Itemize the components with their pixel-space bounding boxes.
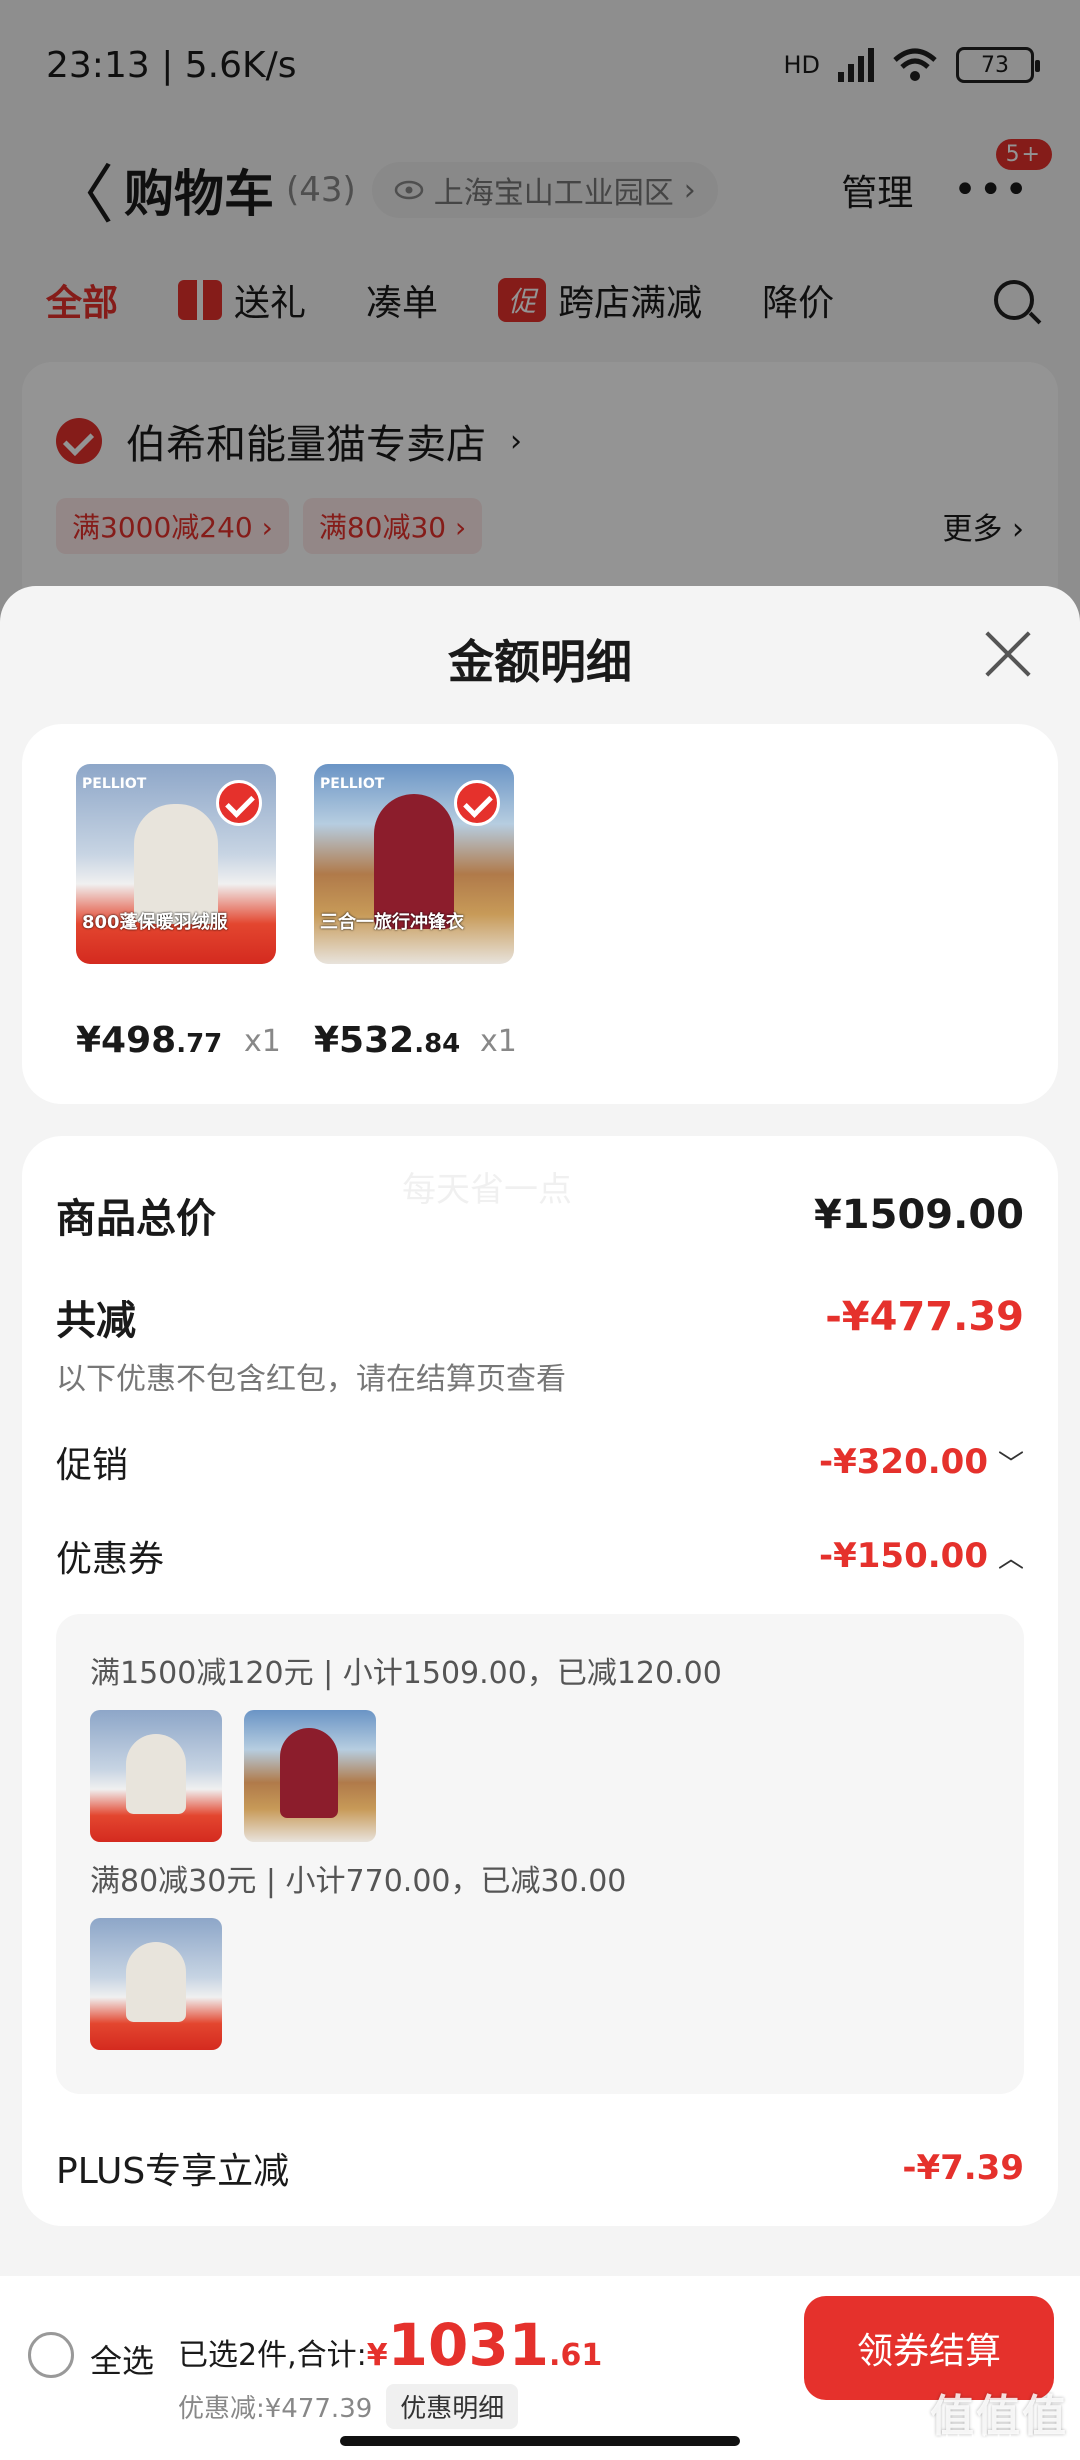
coupon-detail-box: 满1500减120元 | 小计1509.00，已减120.00 满80减30元 … [56, 1614, 1024, 2094]
home-indicator[interactable] [340, 2436, 740, 2446]
product-checkbox[interactable] [454, 780, 500, 826]
coupon-row[interactable]: 优惠券 -¥150.00 ︿ [56, 1530, 1024, 1582]
product-image[interactable]: 三合一旅行冲锋衣 PELLIOT [314, 764, 514, 964]
discount-summary: 优惠减:¥477.39 优惠明细 [178, 2384, 519, 2429]
amount-detail-sheet: 金额明细 800蓬保暖羽绒服 PELLIOT 三合一旅行冲锋衣 PELLIOT … [0, 586, 1080, 2460]
selected-products-card: 800蓬保暖羽绒服 PELLIOT 三合一旅行冲锋衣 PELLIOT ¥498.… [22, 724, 1058, 1104]
sheet-title: 金额明细 [448, 635, 632, 689]
total-amount: 1031 [387, 2311, 550, 2379]
brand-logo: PELLIOT [320, 776, 385, 792]
product-image[interactable]: 800蓬保暖羽绒服 PELLIOT [76, 764, 276, 964]
brand-logo: PELLIOT [82, 776, 147, 792]
coupon-product-thumb [90, 1918, 222, 2050]
plus-discount-row: PLUS专享立减 -¥7.39 [56, 2148, 1024, 2192]
chevron-up-icon: ︿ [997, 1543, 1024, 1574]
coupon-rule: 满1500减120元 | 小计1509.00，已减120.00 [90, 1656, 722, 1691]
discount-detail-button[interactable]: 优惠明细 [386, 2384, 519, 2429]
order-summary: 已选2件,合计: ¥ 1031 .61 [178, 2311, 603, 2379]
product-price: ¥498.77 [76, 1020, 223, 1061]
coupon-product-thumb [90, 1710, 222, 1842]
select-all-checkbox[interactable] [28, 2332, 74, 2378]
reduction-note: 以下优惠不包含红包，请在结算页查看 [56, 1362, 566, 1397]
product-quantity: x1 [244, 1024, 281, 1059]
price-breakdown-card: 每天省一点 商品总价 ¥1509.00 共减 -¥477.39 以下优惠不包含红… [22, 1136, 1058, 2226]
product-quantity: x1 [480, 1024, 517, 1059]
site-watermark-domain: zhizhizhi.com [935, 2432, 1057, 2453]
coupon-product-thumb [244, 1710, 376, 1842]
product-image-caption: 800蓬保暖羽绒服 [82, 912, 228, 933]
coupon-rule: 满80减30元 | 小计770.00，已减30.00 [90, 1864, 627, 1899]
product-price: ¥532.84 [314, 1020, 461, 1061]
select-all-label[interactable]: 全选 [90, 2336, 154, 2382]
total-price-row: 商品总价 ¥1509.00 [56, 1192, 1024, 1242]
close-icon[interactable] [982, 628, 1034, 680]
product-image-caption: 三合一旅行冲锋衣 [320, 912, 464, 933]
chevron-down-icon: ﹀ [997, 1449, 1024, 1480]
promotion-row[interactable]: 促销 -¥320.00 ﹀ [56, 1436, 1024, 1488]
checkout-bar: 全选 已选2件,合计: ¥ 1031 .61 优惠减:¥477.39 优惠明细 … [0, 2276, 1080, 2460]
product-checkbox[interactable] [216, 780, 262, 826]
total-reduction-row: 共减 -¥477.39 [56, 1294, 1024, 1344]
